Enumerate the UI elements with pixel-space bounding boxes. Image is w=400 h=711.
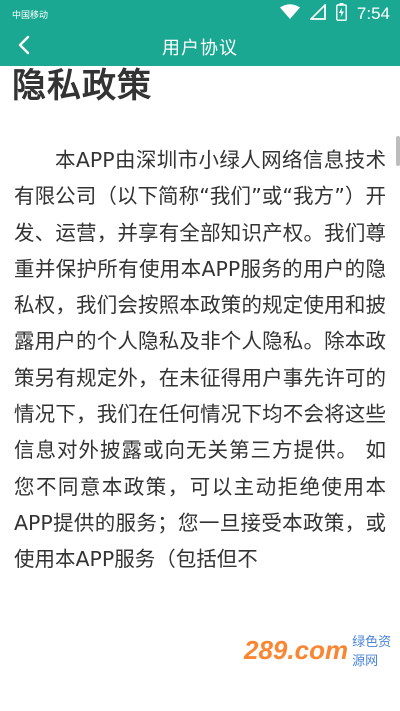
signal-icon — [308, 3, 326, 24]
carrier-label: 中国移动 — [12, 9, 49, 20]
wifi-icon — [279, 4, 300, 24]
back-arrow-icon — [17, 35, 31, 59]
document-heading: 隐私政策 — [12, 66, 152, 106]
app-bar: 用户协议 — [0, 28, 400, 66]
status-bar: 中国移动 7:54 — [0, 0, 400, 28]
page-title: 用户协议 — [162, 38, 238, 59]
scrollbar[interactable] — [396, 136, 400, 166]
battery-icon — [336, 3, 347, 25]
document-paragraph: 本APP由深圳市小绿人网络信息技术有限公司（以下简称“我们”或“我方”）开发、运… — [14, 148, 386, 572]
clock: 7:54 — [356, 4, 390, 23]
document-scroll-area[interactable]: 隐私政策 本APP由深圳市小绿人网络信息技术有限公司（以下简称“我们”或“我方”… — [0, 66, 400, 711]
back-button[interactable] — [10, 33, 38, 61]
status-icons: 7:54 — [279, 3, 390, 25]
